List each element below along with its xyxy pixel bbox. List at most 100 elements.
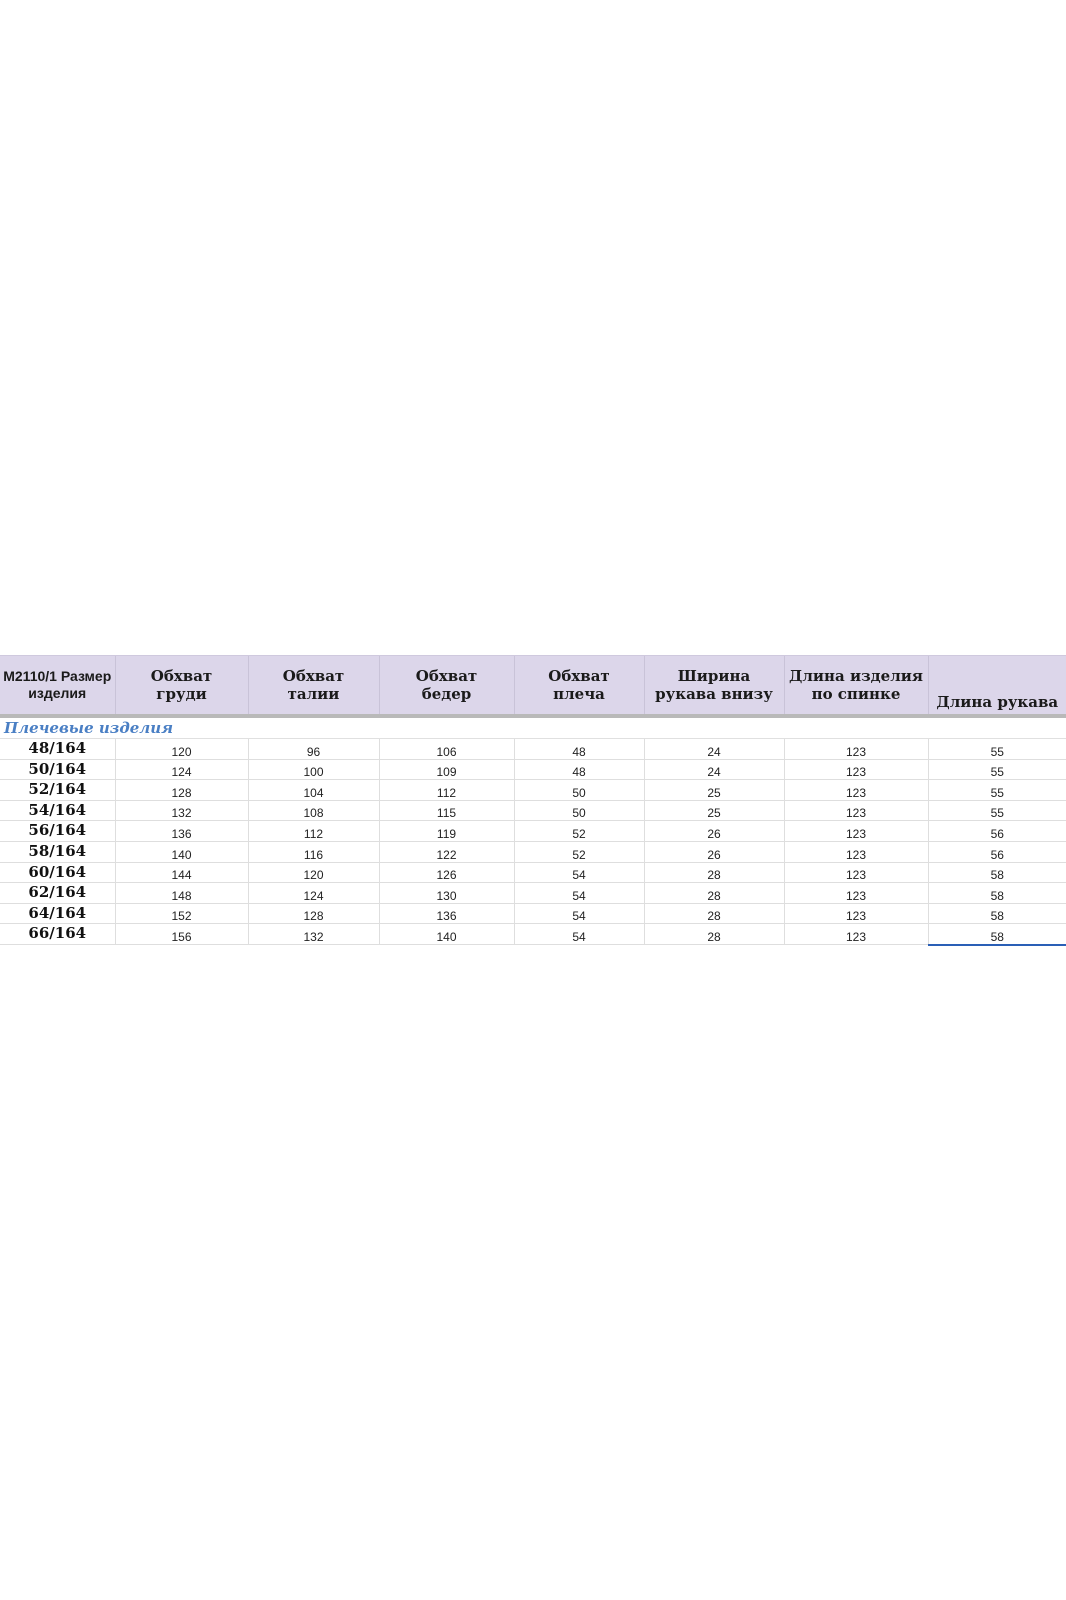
cell-sleeve-length[interactable]: 58 (927, 862, 1066, 884)
cell-hips[interactable]: 112 (378, 779, 514, 801)
cell-hips[interactable]: 130 (378, 882, 514, 904)
cell-waist[interactable]: 132 (247, 923, 379, 946)
cell-waist[interactable]: 100 (247, 759, 379, 781)
header-back-length[interactable]: Длина изделия по спинке (783, 655, 928, 714)
cell-shoulder[interactable]: 52 (513, 841, 644, 863)
size-chart-table: M2110/1 Размер изделия Обхват груди Обхв… (0, 655, 1066, 946)
cell-back-length[interactable]: 123 (783, 882, 928, 904)
cell-hips[interactable]: 119 (378, 820, 514, 842)
cell-sleeve-width[interactable]: 28 (643, 882, 784, 904)
cell-back-length[interactable]: 123 (783, 862, 928, 884)
cell-waist[interactable]: 124 (247, 882, 379, 904)
cell-waist[interactable]: 128 (247, 903, 379, 925)
cell-size[interactable]: 50/164 (0, 759, 115, 781)
cell-shoulder[interactable]: 50 (513, 779, 644, 801)
cell-shoulder[interactable]: 54 (513, 903, 644, 925)
cell-waist[interactable]: 120 (247, 862, 379, 884)
table-row: 54/164 132 108 115 50 25 123 55 (0, 800, 1066, 822)
cell-waist[interactable]: 96 (247, 738, 379, 760)
cell-back-length[interactable]: 123 (783, 841, 928, 863)
cell-back-length[interactable]: 123 (783, 779, 928, 801)
cell-sleeve-length[interactable]: 55 (927, 800, 1066, 822)
cell-size[interactable]: 52/164 (0, 779, 115, 801)
section-row: Плечевые изделия (0, 718, 1066, 739)
cell-sleeve-width[interactable]: 26 (643, 820, 784, 842)
cell-sleeve-length[interactable]: 58 (927, 882, 1066, 904)
cell-sleeve-width[interactable]: 24 (643, 759, 784, 781)
cell-sleeve-length[interactable]: 58 (927, 923, 1066, 946)
cell-back-length[interactable]: 123 (783, 923, 928, 946)
table-row: 66/164 156 132 140 54 28 123 58 (0, 923, 1066, 946)
size-chart-sheet: M2110/1 Размер изделия Обхват груди Обхв… (0, 655, 1066, 946)
cell-size[interactable]: 64/164 (0, 903, 115, 925)
table-row: 48/164 120 96 106 48 24 123 55 (0, 738, 1066, 760)
cell-waist[interactable]: 108 (247, 800, 379, 822)
cell-sleeve-width[interactable]: 25 (643, 779, 784, 801)
cell-chest[interactable]: 132 (114, 800, 248, 822)
table-row: 56/164 136 112 119 52 26 123 56 (0, 820, 1066, 842)
cell-sleeve-length[interactable]: 55 (927, 759, 1066, 781)
cell-size[interactable]: 54/164 (0, 800, 115, 822)
cell-size[interactable]: 62/164 (0, 882, 115, 904)
header-sleeve-width[interactable]: Ширина рукава внизу (643, 655, 784, 714)
cell-waist[interactable]: 104 (247, 779, 379, 801)
cell-sleeve-length[interactable]: 55 (927, 738, 1066, 760)
cell-chest[interactable]: 144 (114, 862, 248, 884)
header-size[interactable]: M2110/1 Размер изделия (0, 655, 115, 714)
cell-sleeve-width[interactable]: 28 (643, 903, 784, 925)
cell-chest[interactable]: 140 (114, 841, 248, 863)
cell-sleeve-width[interactable]: 26 (643, 841, 784, 863)
cell-back-length[interactable]: 123 (783, 759, 928, 781)
cell-waist[interactable]: 112 (247, 820, 379, 842)
cell-waist[interactable]: 116 (247, 841, 379, 863)
cell-size[interactable]: 60/164 (0, 862, 115, 884)
cell-sleeve-length[interactable]: 56 (927, 820, 1066, 842)
cell-chest[interactable]: 128 (114, 779, 248, 801)
cell-sleeve-width[interactable]: 24 (643, 738, 784, 760)
header-waist[interactable]: Обхват талии (247, 655, 379, 714)
cell-chest[interactable]: 152 (114, 903, 248, 925)
header-shoulder-girth[interactable]: Обхват плеча (513, 655, 644, 714)
cell-sleeve-width[interactable]: 28 (643, 862, 784, 884)
cell-size[interactable]: 56/164 (0, 820, 115, 842)
cell-size[interactable]: 66/164 (0, 923, 115, 946)
cell-back-length[interactable]: 123 (783, 903, 928, 925)
cell-sleeve-width[interactable]: 28 (643, 923, 784, 946)
cell-back-length[interactable]: 123 (783, 800, 928, 822)
cell-sleeve-length[interactable]: 56 (927, 841, 1066, 863)
section-label[interactable]: Плечевые изделия (0, 718, 1066, 739)
cell-hips[interactable]: 136 (378, 903, 514, 925)
header-row: M2110/1 Размер изделия Обхват груди Обхв… (0, 655, 1066, 714)
cell-hips[interactable]: 106 (378, 738, 514, 760)
cell-shoulder[interactable]: 48 (513, 759, 644, 781)
cell-shoulder[interactable]: 54 (513, 923, 644, 946)
cell-shoulder[interactable]: 52 (513, 820, 644, 842)
header-chest[interactable]: Обхват груди (114, 655, 248, 714)
table-row: 52/164 128 104 112 50 25 123 55 (0, 779, 1066, 801)
cell-back-length[interactable]: 123 (783, 820, 928, 842)
cell-hips[interactable]: 115 (378, 800, 514, 822)
cell-back-length[interactable]: 123 (783, 738, 928, 760)
header-sleeve-length[interactable]: Длина рукава (927, 655, 1066, 714)
cell-hips[interactable]: 122 (378, 841, 514, 863)
cell-shoulder[interactable]: 50 (513, 800, 644, 822)
cell-chest[interactable]: 156 (114, 923, 248, 946)
cell-sleeve-width[interactable]: 25 (643, 800, 784, 822)
cell-hips[interactable]: 140 (378, 923, 514, 946)
table-row: 50/164 124 100 109 48 24 123 55 (0, 759, 1066, 781)
cell-shoulder[interactable]: 48 (513, 738, 644, 760)
cell-sleeve-length[interactable]: 55 (927, 779, 1066, 801)
cell-size[interactable]: 48/164 (0, 738, 115, 760)
cell-hips[interactable]: 109 (378, 759, 514, 781)
cell-shoulder[interactable]: 54 (513, 882, 644, 904)
cell-shoulder[interactable]: 54 (513, 862, 644, 884)
cell-chest[interactable]: 136 (114, 820, 248, 842)
cell-hips[interactable]: 126 (378, 862, 514, 884)
cell-sleeve-length[interactable]: 58 (927, 903, 1066, 925)
cell-size[interactable]: 58/164 (0, 841, 115, 863)
cell-chest[interactable]: 120 (114, 738, 248, 760)
cell-chest[interactable]: 148 (114, 882, 248, 904)
table-row: 60/164 144 120 126 54 28 123 58 (0, 862, 1066, 884)
header-hips[interactable]: Обхват бедер (378, 655, 514, 714)
cell-chest[interactable]: 124 (114, 759, 248, 781)
